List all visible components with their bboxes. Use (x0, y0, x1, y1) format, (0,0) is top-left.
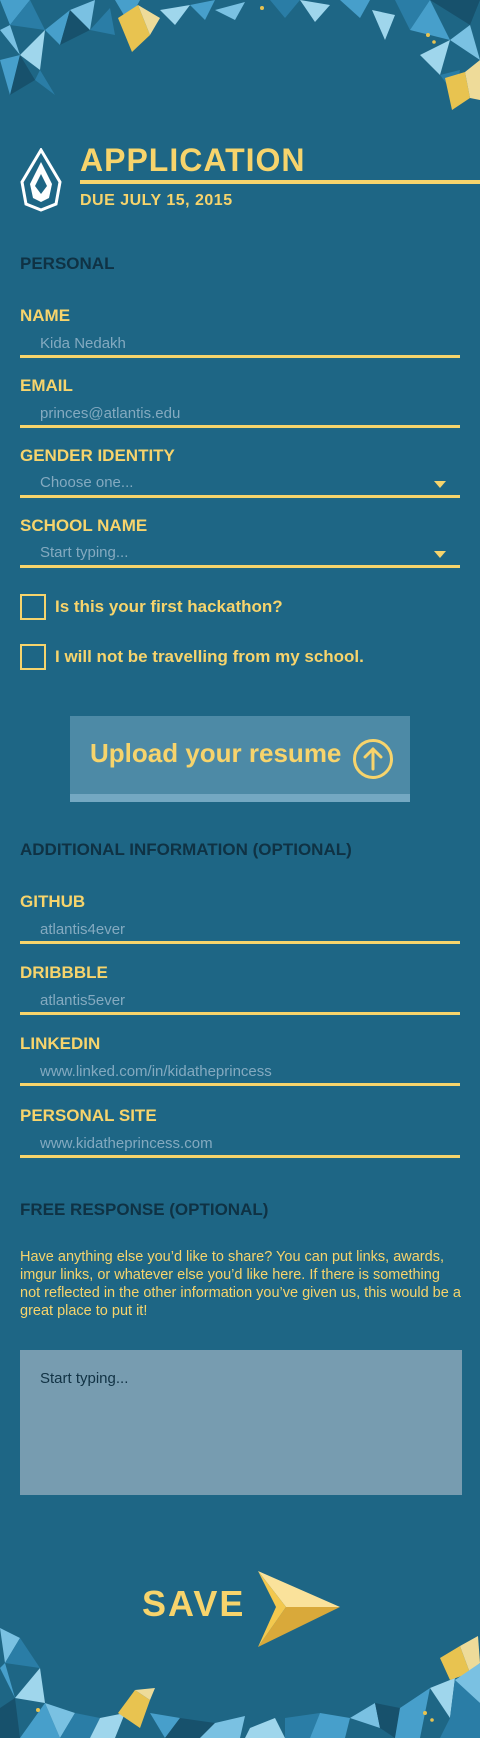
name-input[interactable] (20, 332, 460, 358)
gender-select[interactable]: Choose one... (20, 472, 460, 498)
bottom-crystal-decoration (0, 1628, 480, 1738)
chevron-down-icon (434, 551, 446, 558)
personal-site-input[interactable] (20, 1132, 460, 1158)
application-header: APPLICATION DUE JULY 15, 2015 (18, 142, 480, 218)
dribbble-input[interactable] (20, 989, 460, 1015)
free-response-prompt: Have anything else you’d like to share? … (20, 1249, 461, 1319)
name-label: NAME (20, 306, 71, 325)
gender-select-placeholder: Choose one... (40, 474, 134, 491)
upload-resume-label: Upload your resume (90, 738, 342, 768)
due-date: DUE JULY 15, 2015 (80, 192, 233, 209)
upload-resume-button[interactable]: Upload your resume (70, 716, 410, 802)
personal-site-label: PERSONAL SITE (20, 1106, 157, 1125)
free-response-textarea[interactable] (20, 1350, 462, 1495)
first-hackathon-checkbox[interactable] (20, 594, 46, 620)
gender-label: GENDER IDENTITY (20, 446, 175, 465)
not-travelling-label: I will not be travelling from my school. (55, 647, 364, 666)
section-title-free-response: FREE RESPONSE (OPTIONAL) (20, 1200, 269, 1219)
school-select[interactable]: Start typing... (20, 542, 460, 568)
crystal-logo-icon (20, 148, 62, 212)
not-travelling-checkbox[interactable] (20, 644, 46, 670)
school-select-placeholder: Start typing... (40, 544, 129, 561)
linkedin-label: LINKEDIN (20, 1034, 101, 1053)
dribbble-label: DRIBBBLE (20, 963, 108, 982)
email-label: EMAIL (20, 376, 73, 395)
first-hackathon-label: Is this your first hackathon? (55, 597, 283, 616)
title-underline (80, 180, 480, 184)
school-label: SCHOOL NAME (20, 516, 148, 535)
top-crystal-decoration (0, 0, 480, 110)
email-input[interactable] (20, 402, 460, 428)
section-title-personal: PERSONAL (20, 254, 115, 273)
page-title: APPLICATION (80, 142, 306, 178)
github-input[interactable] (20, 918, 460, 944)
upload-arrow-icon (353, 739, 393, 779)
linkedin-input[interactable] (20, 1060, 460, 1086)
section-title-additional: ADDITIONAL INFORMATION (OPTIONAL) (20, 840, 352, 859)
chevron-down-icon (434, 481, 446, 488)
github-label: GITHUB (20, 892, 86, 911)
